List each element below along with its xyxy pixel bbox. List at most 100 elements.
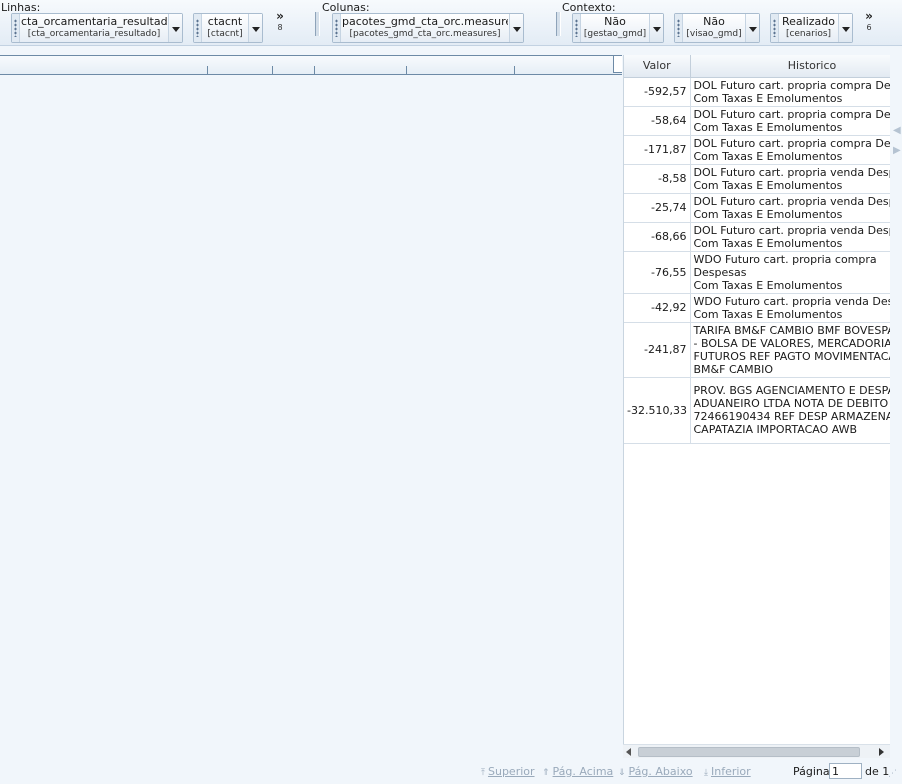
- cell-valor: -68,66: [624, 222, 691, 252]
- cell-historico: WDO Futuro cart. propria venda Despesas …: [690, 293, 890, 323]
- drag-handle-icon[interactable]: [771, 14, 779, 42]
- cell-valor: -25,74: [624, 193, 691, 223]
- chevron-down-icon[interactable]: [248, 14, 262, 42]
- cell-valor: -8,58: [624, 164, 691, 194]
- table-row[interactable]: -171,87 DOL Futuro cart. propria compra …: [624, 135, 890, 165]
- more-contexto-count: 6: [866, 23, 872, 32]
- dimension-chip-cta-orcamentaria-resultado[interactable]: cta_orcamentaria_resultado [cta_orcament…: [11, 13, 183, 43]
- pivot-main-area: Valor Historico -592,57 DOL Futuro cart.…: [0, 47, 902, 763]
- table-row[interactable]: -8,58 DOL Futuro cart. propria venda Des…: [624, 164, 890, 194]
- superior-link[interactable]: ⤒ Superior: [481, 765, 535, 778]
- collapse-left-arrow-icon[interactable]: ◀: [893, 121, 902, 141]
- column-divider[interactable]: [514, 66, 515, 74]
- context-chip-visao-gmd[interactable]: Não [visao_gmd]: [674, 13, 760, 43]
- inferior-link[interactable]: ⤓ Inferior: [704, 765, 751, 778]
- pag-abaixo-link[interactable]: ⇓ Pág. Abaixo: [618, 765, 693, 778]
- page-total-label: de 1: [865, 765, 890, 778]
- page-up-arrow-icon: ⇑: [542, 768, 550, 778]
- toolbar-separator: [315, 12, 320, 36]
- chevron-down-icon[interactable]: [509, 14, 523, 42]
- cell-historico: WDO Futuro cart. propria compra Despesas…: [690, 251, 890, 294]
- cell-historico: DOL Futuro cart. propria compra Despesas…: [690, 106, 890, 136]
- cell-historico: DOL Futuro cart. propria compra Despesas…: [690, 77, 890, 107]
- chip-main-label: Realizado: [782, 16, 835, 28]
- drag-handle-icon[interactable]: [194, 14, 202, 42]
- chip-main-label: pacotes_gmd_cta_orc.measures: [342, 16, 508, 28]
- more-linhas-button[interactable]: » 8: [273, 9, 287, 33]
- chip-sub-label: [visao_gmd]: [686, 29, 742, 39]
- cell-historico: DOL Futuro cart. propria venda Despesas …: [690, 193, 890, 223]
- scroll-left-arrow-icon[interactable]: [626, 748, 631, 756]
- double-chevron-right-icon: »: [865, 9, 873, 23]
- dimension-chip-pacotes-measures[interactable]: pacotes_gmd_cta_orc.measures [pacotes_gm…: [332, 13, 524, 43]
- cell-valor: -592,57: [624, 77, 691, 107]
- more-contexto-button[interactable]: » 6: [862, 9, 876, 33]
- column-divider[interactable]: [406, 66, 407, 74]
- chip-sub-label: [cta_orcamentaria_resultado]: [27, 29, 161, 39]
- chevron-down-icon[interactable]: [838, 14, 852, 42]
- chip-sub-label: [gestao_gmd]: [583, 29, 647, 39]
- cell-valor: -241,87: [624, 322, 691, 378]
- double-chevron-right-icon: »: [276, 9, 284, 23]
- drag-handle-icon[interactable]: [675, 14, 683, 42]
- cell-valor: -171,87: [624, 135, 691, 165]
- page-down-arrow-icon: ⇓: [618, 768, 626, 778]
- toolbar-separator: [556, 12, 561, 36]
- chip-sub-label: [pacotes_gmd_cta_orc.measures]: [349, 29, 501, 39]
- corner-marker: [613, 56, 622, 73]
- row-header-area: [0, 55, 622, 75]
- chip-sub-label: [cenarios]: [785, 29, 832, 39]
- chip-main-label: Não: [604, 16, 626, 28]
- pagina-label: Página: [793, 765, 830, 778]
- context-chip-cenarios[interactable]: Realizado [cenarios]: [770, 13, 853, 43]
- chip-main-label: ctacnt: [207, 16, 243, 28]
- pagination-footer: ⤒ Superior ⇑ Pág. Acima ⇓ Pág. Abaixo ⤓ Infe…: [0, 763, 902, 784]
- resize-grip-icon[interactable]: ⋰: [888, 769, 897, 779]
- chip-main-label: cta_orcamentaria_resultado: [21, 16, 167, 28]
- column-divider[interactable]: [272, 66, 273, 74]
- table-row[interactable]: -241,87 TARIFA BM&F CAMBIO BMF BOVESPA S…: [624, 322, 890, 378]
- table-row[interactable]: -42,92 WDO Futuro cart. propria venda De…: [624, 293, 890, 323]
- column-divider[interactable]: [207, 66, 208, 74]
- collapse-right-arrow-icon[interactable]: ▶: [893, 141, 902, 161]
- cell-historico: DOL Futuro cart. propria venda Despesas …: [690, 222, 890, 252]
- table-header-row: Valor Historico: [624, 55, 890, 78]
- cell-valor: -32.510,33: [624, 377, 691, 444]
- page-number-input[interactable]: [829, 763, 862, 779]
- drag-handle-icon[interactable]: [573, 14, 581, 42]
- pag-acima-link[interactable]: ⇑ Pág. Acima: [542, 765, 613, 778]
- column-divider[interactable]: [314, 66, 315, 74]
- cell-valor: -42,92: [624, 293, 691, 323]
- chevron-down-icon[interactable]: [745, 14, 759, 42]
- table-row[interactable]: -76,55 WDO Futuro cart. propria compra D…: [624, 251, 890, 294]
- scroll-right-arrow-icon[interactable]: [879, 748, 884, 756]
- table-row[interactable]: -32.510,33 PROV. BGS AGENCIAMENTO E DESP…: [624, 377, 890, 444]
- pivot-toolbar: Linhas: cta_orcamentaria_resultado [cta_…: [0, 0, 902, 46]
- horizontal-scrollbar[interactable]: [623, 744, 890, 758]
- data-table: Valor Historico -592,57 DOL Futuro cart.…: [624, 55, 890, 444]
- cell-valor: -58,64: [624, 106, 691, 136]
- side-collapse-arrows[interactable]: ◀ ▶: [893, 121, 902, 161]
- dimension-chip-ctacnt[interactable]: ctacnt [ctacnt]: [193, 13, 263, 43]
- inferior-arrow-icon: ⤓: [704, 768, 708, 778]
- table-row[interactable]: -68,66 DOL Futuro cart. propria venda De…: [624, 222, 890, 252]
- drag-handle-icon[interactable]: [12, 14, 20, 42]
- cell-historico: PROV. BGS AGENCIAMENTO E DESPACHO ADUANE…: [690, 377, 890, 444]
- chevron-down-icon[interactable]: [649, 14, 663, 42]
- column-header-historico[interactable]: Historico: [690, 55, 890, 78]
- cell-historico: TARIFA BM&F CAMBIO BMF BOVESPA S.A. - BO…: [690, 322, 890, 378]
- more-linhas-count: 8: [277, 23, 283, 32]
- scrollbar-thumb[interactable]: [638, 747, 860, 757]
- column-header-valor[interactable]: Valor: [624, 55, 691, 78]
- cell-historico: DOL Futuro cart. propria venda Despesas …: [690, 164, 890, 194]
- table-row[interactable]: -592,57 DOL Futuro cart. propria compra …: [624, 77, 890, 107]
- drag-handle-icon[interactable]: [333, 14, 341, 42]
- context-chip-gestao-gmd[interactable]: Não [gestao_gmd]: [572, 13, 664, 43]
- chip-sub-label: [ctacnt]: [207, 29, 243, 39]
- chevron-down-icon[interactable]: [168, 14, 182, 42]
- data-grid: Valor Historico -592,57 DOL Futuro cart.…: [623, 55, 890, 751]
- table-row[interactable]: -58,64 DOL Futuro cart. propria compra D…: [624, 106, 890, 136]
- table-row[interactable]: -25,74 DOL Futuro cart. propria venda De…: [624, 193, 890, 223]
- cell-historico: DOL Futuro cart. propria compra Despesas…: [690, 135, 890, 165]
- chip-main-label: Não: [703, 16, 725, 28]
